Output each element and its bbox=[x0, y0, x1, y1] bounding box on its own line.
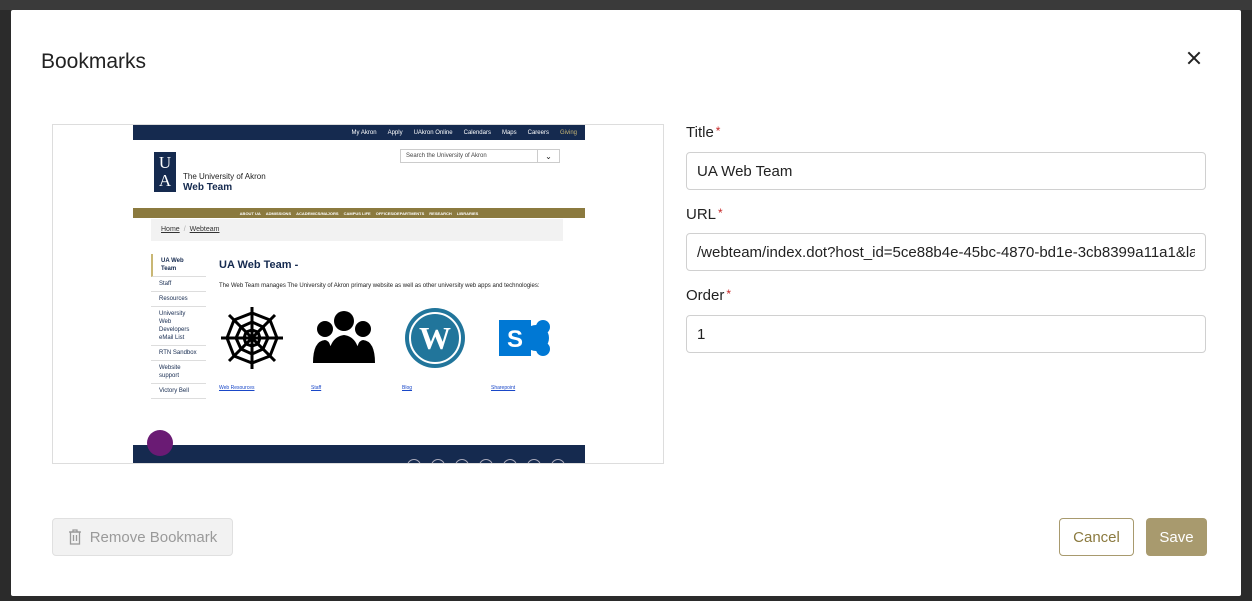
social-icon bbox=[503, 459, 517, 463]
topbar-link: Calendars bbox=[463, 129, 491, 136]
topbar-link: Careers bbox=[527, 129, 549, 136]
nav-item: ACADEMICS/MAJORS bbox=[296, 210, 339, 216]
preview-side-nav: UA Web Team Staff Resources University W… bbox=[151, 254, 206, 399]
topbar-link: UAkron Online bbox=[413, 129, 453, 136]
required-marker: * bbox=[715, 124, 721, 138]
order-input[interactable] bbox=[686, 315, 1206, 353]
nav-item: ADMISSIONS bbox=[265, 210, 292, 216]
topbar-link: Giving bbox=[559, 129, 577, 136]
chat-bubble-icon bbox=[147, 430, 173, 456]
required-marker: * bbox=[718, 206, 723, 220]
title-label: Title * bbox=[686, 124, 720, 141]
remove-bookmark-label: Remove Bookmark bbox=[89, 528, 218, 546]
social-icon bbox=[455, 459, 469, 463]
nav-item: CAMPUS LIFE bbox=[343, 210, 371, 216]
remove-bookmark-button[interactable]: Remove Bookmark bbox=[52, 518, 233, 556]
social-icon bbox=[407, 459, 421, 463]
required-marker: * bbox=[726, 287, 732, 301]
nav-item: OFFICES/DEPARTMENTS bbox=[375, 210, 425, 216]
tile-web-resources: Web Resources bbox=[219, 305, 289, 391]
side-nav-item: Resources bbox=[151, 292, 206, 307]
preview-intro: The Web Team manages The University of A… bbox=[219, 283, 540, 289]
side-nav-item: Website support bbox=[151, 361, 206, 384]
tile-label: Staff bbox=[311, 385, 322, 391]
tile-label: Web Resources bbox=[219, 385, 255, 391]
trash-icon bbox=[68, 529, 81, 545]
nav-item: LIBRARIES bbox=[456, 210, 479, 216]
bookmarks-dialog: Bookmarks My Akron Apply UAkron Online C… bbox=[0, 0, 1252, 601]
preview-topbar: My Akron Apply UAkron Online Calendars M… bbox=[133, 125, 585, 140]
cancel-button[interactable]: Cancel bbox=[1059, 518, 1134, 556]
topbar-link: Apply bbox=[387, 129, 403, 136]
breadcrumb-item: Webteam bbox=[189, 226, 220, 233]
preview-header: U A The University of Akron Web Team Sea… bbox=[133, 140, 585, 208]
topbar-link: Maps bbox=[501, 129, 517, 136]
title-label-text: Title bbox=[686, 124, 714, 141]
social-icon bbox=[479, 459, 493, 463]
order-label: Order * bbox=[686, 287, 731, 304]
sharepoint-icon: S bbox=[499, 320, 550, 356]
order-label-text: Order bbox=[686, 287, 725, 304]
people-icon bbox=[313, 311, 375, 363]
logo-letter: U bbox=[158, 153, 172, 172]
preview-site: My Akron Apply UAkron Online Calendars M… bbox=[133, 125, 585, 463]
wordpress-icon: W bbox=[405, 308, 465, 368]
preview-footer bbox=[133, 445, 585, 463]
title-input[interactable] bbox=[686, 152, 1206, 190]
social-icon bbox=[431, 459, 445, 463]
nav-item: RESEARCH bbox=[429, 210, 452, 216]
preview-heading: UA Web Team - bbox=[219, 259, 299, 271]
side-nav-item: Victory Bell bbox=[151, 384, 206, 399]
dialog-title: Bookmarks bbox=[41, 50, 147, 73]
social-icon bbox=[551, 459, 565, 463]
logo-letter: A bbox=[158, 171, 172, 190]
close-icon[interactable] bbox=[1183, 48, 1205, 70]
ua-logo: U A bbox=[154, 152, 176, 192]
site-name: Web Team bbox=[183, 182, 233, 193]
url-input[interactable] bbox=[686, 233, 1206, 271]
url-label-text: URL bbox=[686, 206, 717, 223]
side-nav-item: UA Web Team bbox=[151, 254, 206, 277]
topbar-link: My Akron bbox=[351, 129, 377, 136]
chevron-down-icon: ⌄ bbox=[537, 149, 560, 163]
url-label: URL * bbox=[686, 206, 723, 223]
save-button[interactable]: Save bbox=[1146, 518, 1207, 556]
spider-web-icon bbox=[221, 307, 283, 369]
social-icons bbox=[407, 459, 565, 463]
side-nav-item: Staff bbox=[151, 277, 206, 292]
tile-staff: Staff bbox=[311, 305, 381, 391]
breadcrumb-item: Home bbox=[161, 226, 180, 233]
tile-blog: W Blog bbox=[402, 305, 472, 391]
nav-item: ABOUT UA bbox=[239, 210, 261, 216]
preview-nav: ABOUT UA ADMISSIONS ACADEMICS/MAJORS CAM… bbox=[133, 208, 585, 218]
bookmark-preview: My Akron Apply UAkron Online Calendars M… bbox=[52, 124, 664, 464]
social-icon bbox=[527, 459, 541, 463]
breadcrumb: Home / Webteam bbox=[151, 219, 563, 241]
tile-sharepoint: S Sharepoint bbox=[491, 305, 561, 391]
svg-text:S: S bbox=[507, 326, 523, 353]
side-nav-item: RTN Sandbox bbox=[151, 346, 206, 361]
tile-label: Blog bbox=[402, 385, 413, 391]
tile-label: Sharepoint bbox=[491, 385, 516, 391]
org-name: The University of Akron bbox=[183, 172, 266, 181]
preview-tiles: Web Resources Staff W Blog S Sharepoint bbox=[219, 305, 564, 395]
preview-search: Search the University of Akron bbox=[400, 149, 560, 163]
side-nav-item: University Web Developers eMail List bbox=[151, 307, 206, 346]
breadcrumb-separator: / bbox=[183, 226, 186, 233]
svg-text:W: W bbox=[419, 320, 451, 356]
